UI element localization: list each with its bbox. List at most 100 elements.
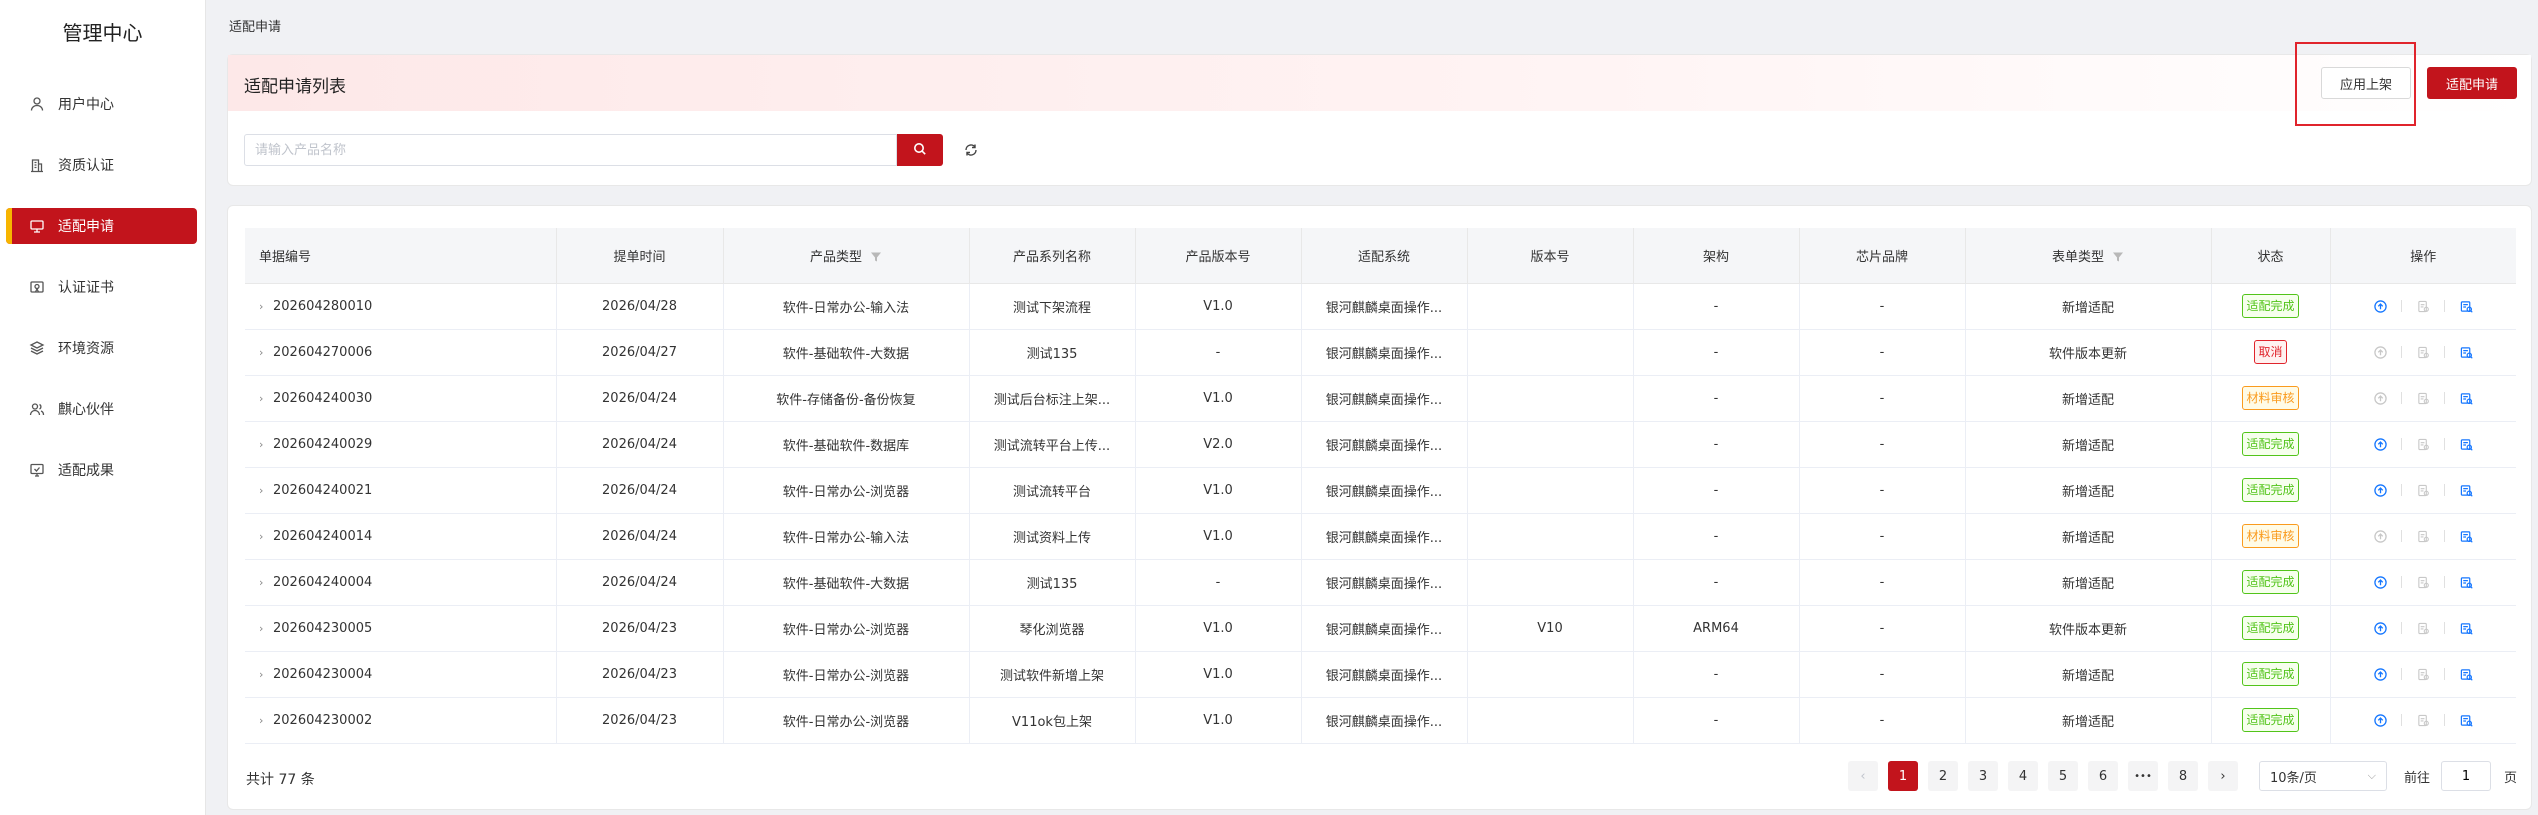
- publish-action-icon[interactable]: [2371, 297, 2389, 315]
- table-row[interactable]: › 202604240030 2026/04/24 软件-存储备份-备份恢复 测试后台标…: [245, 375, 2516, 422]
- document-action-icon[interactable]: [2414, 481, 2432, 499]
- filter-icon[interactable]: [870, 251, 882, 263]
- expand-chevron-icon[interactable]: ›: [259, 438, 273, 451]
- document-action-icon[interactable]: [2414, 711, 2432, 729]
- expand-chevron-icon[interactable]: ›: [259, 622, 273, 635]
- detail-action-icon[interactable]: [2457, 665, 2475, 683]
- table-row[interactable]: › 202604280010 2026/04/28 软件-日常办公-输入法 测试下架流程…: [245, 283, 2516, 330]
- document-action-icon[interactable]: [2414, 297, 2432, 315]
- expand-chevron-icon[interactable]: ›: [259, 668, 273, 681]
- cell-chip: -: [1799, 513, 1966, 560]
- table-row[interactable]: › 202604240004 2026/04/24 软件-基础软件-大数据 测试135-…: [245, 559, 2516, 606]
- sidebar-item-adapt-apply[interactable]: 适配申请: [6, 208, 197, 244]
- search-button[interactable]: [897, 134, 943, 166]
- page-button[interactable]: 2: [1928, 761, 1958, 791]
- publish-action-icon[interactable]: [2371, 435, 2389, 453]
- publish-action-icon[interactable]: [2371, 619, 2389, 637]
- cell-id-text: 202604240004: [273, 574, 373, 590]
- expand-chevron-icon[interactable]: ›: [259, 530, 273, 543]
- adapt-apply-button[interactable]: 适配申请: [2427, 67, 2517, 99]
- cell-actions: [2330, 651, 2516, 698]
- document-action-icon[interactable]: [2414, 527, 2432, 545]
- document-action-icon[interactable]: [2414, 343, 2432, 361]
- detail-action-icon[interactable]: [2457, 435, 2475, 453]
- detail-action-icon[interactable]: [2457, 343, 2475, 361]
- cell-id: › 202604230002: [245, 697, 557, 744]
- page-size-select[interactable]: 10条/页 ⌵: [2259, 761, 2387, 791]
- page-button[interactable]: 6: [2088, 761, 2118, 791]
- detail-action-icon[interactable]: [2457, 481, 2475, 499]
- page-button[interactable]: 1: [1888, 761, 1918, 791]
- publish-action-icon[interactable]: [2371, 389, 2389, 407]
- publish-action-icon[interactable]: [2371, 527, 2389, 545]
- table-row[interactable]: › 202604230002 2026/04/23 软件-日常办公-浏览器 V11ok包…: [245, 697, 2516, 744]
- expand-chevron-icon[interactable]: ›: [259, 714, 273, 727]
- expand-chevron-icon[interactable]: ›: [259, 484, 273, 497]
- document-action-icon[interactable]: [2414, 619, 2432, 637]
- document-action-icon[interactable]: [2414, 435, 2432, 453]
- detail-action-icon[interactable]: [2457, 297, 2475, 315]
- page-button[interactable]: 3: [1968, 761, 1998, 791]
- goto-page-input[interactable]: [2441, 761, 2491, 791]
- cell-arch: -: [1633, 283, 1800, 330]
- publish-action-icon[interactable]: [2371, 665, 2389, 683]
- document-action-icon[interactable]: [2414, 573, 2432, 591]
- cell-id: › 202604270006: [245, 329, 557, 376]
- sidebar-item-user-center[interactable]: 用户中心: [6, 86, 197, 122]
- expand-chevron-icon[interactable]: ›: [259, 300, 273, 313]
- cell-status: 材料审核: [2211, 375, 2331, 422]
- highlight-box: [2295, 42, 2416, 126]
- cell-system: 银河麒麟桌面操作...: [1301, 421, 1468, 468]
- page-button[interactable]: 8: [2168, 761, 2198, 791]
- table-row[interactable]: › 202604240014 2026/04/24 软件-日常办公-输入法 测试资料上传…: [245, 513, 2516, 560]
- sidebar-item-partners[interactable]: 麒心伙伴: [6, 391, 197, 427]
- publish-action-icon[interactable]: [2371, 711, 2389, 729]
- cell-system: 银河麒麟桌面操作...: [1301, 697, 1468, 744]
- sidebar-item-qualification[interactable]: 资质认证: [6, 147, 197, 183]
- cell-id-text: 202604240029: [273, 436, 373, 452]
- detail-action-icon[interactable]: [2457, 573, 2475, 591]
- col-header-version: 版本号: [1467, 228, 1634, 284]
- expand-chevron-icon[interactable]: ›: [259, 392, 273, 405]
- sidebar-item-certificate[interactable]: 认证证书: [6, 269, 197, 305]
- document-action-icon[interactable]: [2414, 665, 2432, 683]
- brand-title: 管理中心: [62, 21, 143, 45]
- prev-page-button[interactable]: ‹: [1848, 761, 1878, 791]
- cell-series: 测试流转平台上传...: [969, 421, 1136, 468]
- cell-id-text: 202604240014: [273, 528, 373, 544]
- page-button[interactable]: 5: [2048, 761, 2078, 791]
- col-header-product-type[interactable]: 产品类型: [723, 228, 970, 284]
- publish-action-icon[interactable]: [2371, 343, 2389, 361]
- detail-action-icon[interactable]: [2457, 389, 2475, 407]
- expand-chevron-icon[interactable]: ›: [259, 576, 273, 589]
- cell-product-version: V1.0: [1135, 467, 1302, 514]
- table-row[interactable]: › 202604240029 2026/04/24 软件-基础软件-数据库 测试流转平台…: [245, 421, 2516, 468]
- sidebar-item-label: 适配成果: [58, 463, 114, 479]
- table-row[interactable]: › 202604240021 2026/04/24 软件-日常办公-浏览器 测试流转平台…: [245, 467, 2516, 514]
- detail-action-icon[interactable]: [2457, 619, 2475, 637]
- publish-action-icon[interactable]: [2371, 573, 2389, 591]
- table-row[interactable]: › 202604230005 2026/04/23 软件-日常办公-浏览器 琴化浏览器 V…: [245, 605, 2516, 652]
- filter-icon[interactable]: [2112, 251, 2124, 263]
- search-input[interactable]: [244, 134, 897, 166]
- expand-chevron-icon[interactable]: ›: [259, 346, 273, 359]
- col-header-date: 提单时间: [556, 228, 724, 284]
- col-header-form-type[interactable]: 表单类型: [1965, 228, 2212, 284]
- next-page-button[interactable]: ›: [2208, 761, 2238, 791]
- cell-id-text: 202604230005: [273, 620, 373, 636]
- detail-action-icon[interactable]: [2457, 711, 2475, 729]
- refresh-button[interactable]: [962, 142, 980, 160]
- page-button[interactable]: 4: [2008, 761, 2038, 791]
- cell-date: 2026/04/24: [556, 559, 724, 606]
- sidebar-item-env-resources[interactable]: 环境资源: [6, 330, 197, 366]
- detail-action-icon[interactable]: [2457, 527, 2475, 545]
- cell-system: 银河麒麟桌面操作...: [1301, 283, 1468, 330]
- document-action-icon[interactable]: [2414, 389, 2432, 407]
- publish-action-icon[interactable]: [2371, 481, 2389, 499]
- sidebar-item-results[interactable]: 适配成果: [6, 452, 197, 488]
- cell-product-version: -: [1135, 559, 1302, 606]
- table-row[interactable]: › 202604270006 2026/04/27 软件-基础软件-大数据 测试135-…: [245, 329, 2516, 376]
- table-row[interactable]: › 202604230004 2026/04/23 软件-日常办公-浏览器 测试软件新增…: [245, 651, 2516, 698]
- cell-product-type: 软件-日常办公-浏览器: [723, 697, 970, 744]
- more-pages-button[interactable]: •••: [2128, 761, 2158, 791]
